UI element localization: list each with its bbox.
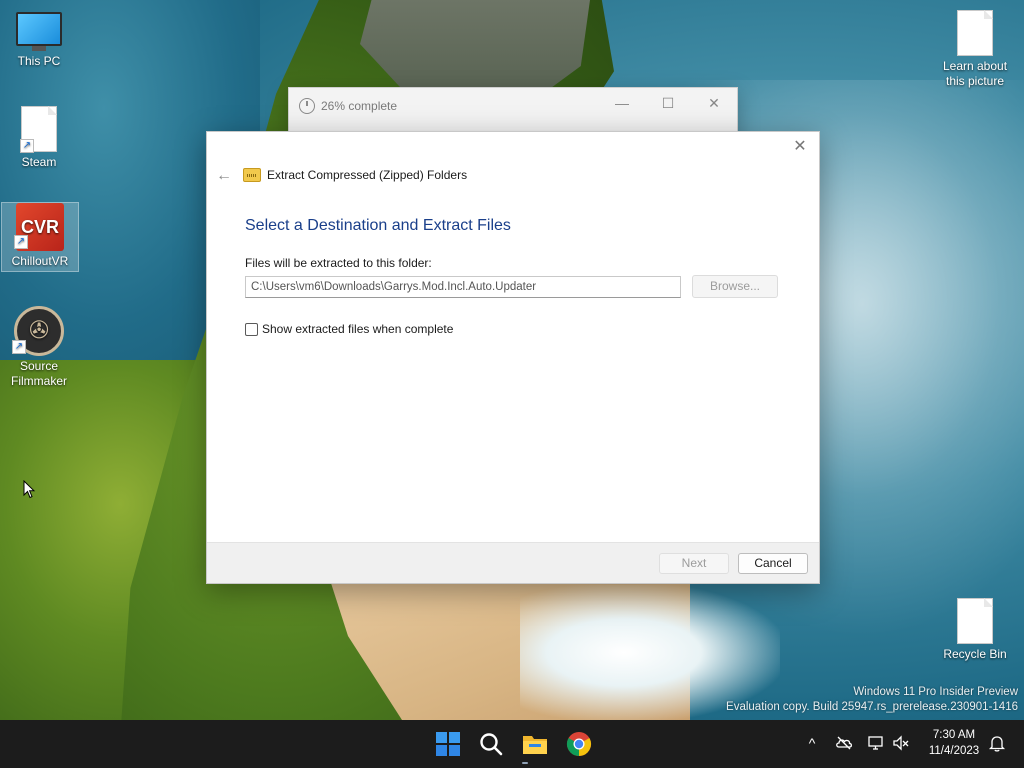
recycle-bin-icon bbox=[957, 598, 993, 644]
show-files-checkbox[interactable] bbox=[245, 322, 258, 336]
dialog-footer: Next Cancel bbox=[207, 542, 819, 583]
notification-bell-icon[interactable] bbox=[988, 734, 1006, 752]
dialog-close-button[interactable]: ✕ bbox=[789, 136, 811, 158]
search-icon[interactable] bbox=[477, 730, 505, 758]
monitor-icon bbox=[16, 12, 62, 46]
close-button[interactable]: ✕ bbox=[691, 88, 737, 118]
cancel-button[interactable]: Cancel bbox=[738, 553, 808, 574]
next-button[interactable]: Next bbox=[659, 553, 729, 574]
shortcut-arrow-icon: ↗ bbox=[12, 340, 26, 354]
progress-title-bar: 26% complete bbox=[299, 96, 397, 116]
minimize-button[interactable]: — bbox=[599, 88, 645, 118]
taskbar: ^ 7:30 AM 11/4/2023 bbox=[0, 720, 1024, 768]
watermark-line1: Windows 11 Pro Insider Preview bbox=[853, 686, 1018, 698]
back-arrow-icon[interactable]: ← bbox=[213, 165, 235, 187]
taskbar-clock[interactable]: 7:30 AM 11/4/2023 bbox=[916, 727, 992, 759]
browse-button[interactable]: Browse... bbox=[692, 275, 778, 298]
desktop-icon-label: Source Filmmaker bbox=[11, 359, 67, 388]
destination-label: Files will be extracted to this folder: bbox=[245, 256, 432, 270]
watermark-line2: Evaluation copy. Build 25947.rs_prerelea… bbox=[726, 701, 1018, 713]
desktop-icon-learn-about-picture[interactable]: Learn about this picture bbox=[937, 10, 1013, 89]
dialog-heading: Select a Destination and Extract Files bbox=[245, 217, 511, 234]
desktop-icon-source-filmmaker[interactable]: ✇ ↗ Source Filmmaker bbox=[1, 306, 77, 389]
desktop-icon-recycle-bin[interactable]: Recycle Bin bbox=[937, 598, 1013, 662]
clock-time: 7:30 AM bbox=[932, 729, 976, 741]
onedrive-cloud-icon[interactable] bbox=[835, 734, 853, 752]
clock-icon bbox=[299, 98, 315, 114]
shortcut-arrow-icon: ↗ bbox=[20, 139, 34, 153]
show-files-option[interactable]: Show extracted files when complete bbox=[245, 322, 453, 336]
desktop-icon-label: Learn about this picture bbox=[942, 59, 1008, 88]
wizard-title: Extract Compressed (Zipped) Folders bbox=[243, 168, 467, 182]
chrome-icon[interactable] bbox=[565, 730, 593, 758]
destination-path-input[interactable]: C:\Users\vm6\Downloads\Garrys.Mod.Incl.A… bbox=[245, 276, 681, 298]
file-icon: ↗ bbox=[20, 106, 57, 153]
wizard-title-text: Extract Compressed (Zipped) Folders bbox=[267, 168, 468, 182]
maximize-button[interactable]: ☐ bbox=[645, 88, 691, 118]
window-controls: — ☐ ✕ bbox=[599, 88, 737, 118]
monitor-stand bbox=[32, 46, 46, 51]
desktop-icon-chilloutvr[interactable]: CVR ↗ ChilloutVR bbox=[1, 202, 79, 272]
shortcut-arrow-icon: ↗ bbox=[14, 235, 28, 249]
network-icon[interactable] bbox=[867, 734, 885, 752]
file-icon bbox=[957, 10, 993, 56]
app-icon-wrapper: CVR ↗ bbox=[14, 203, 64, 251]
desktop-icon-this-pc[interactable]: This PC bbox=[1, 12, 77, 69]
active-app-indicator bbox=[522, 762, 528, 764]
zip-folder-icon bbox=[243, 168, 261, 182]
volume-muted-icon[interactable] bbox=[892, 734, 910, 752]
clock-date: 11/4/2023 bbox=[928, 745, 980, 757]
file-explorer-icon[interactable] bbox=[521, 730, 549, 758]
show-hidden-icons-chevron-icon[interactable]: ^ bbox=[803, 734, 821, 752]
desktop-icon-label: Recycle Bin bbox=[943, 647, 1007, 661]
desktop-icon-label: ChilloutVR bbox=[11, 254, 69, 268]
desktop-icon-label: This PC bbox=[17, 54, 61, 68]
start-icon[interactable] bbox=[434, 730, 462, 758]
windows-watermark: Windows 11 Pro Insider Preview Evaluatio… bbox=[726, 685, 1018, 715]
app-icon-wrapper: ✇ ↗ bbox=[12, 306, 64, 356]
progress-title: 26% complete bbox=[321, 99, 398, 113]
desktop-icon-steam[interactable]: ↗ Steam bbox=[1, 106, 77, 170]
extract-wizard-dialog: ✕ ← Extract Compressed (Zipped) Folders … bbox=[206, 131, 820, 584]
desktop-icon-label: Steam bbox=[21, 155, 57, 169]
show-files-label: Show extracted files when complete bbox=[262, 322, 454, 336]
